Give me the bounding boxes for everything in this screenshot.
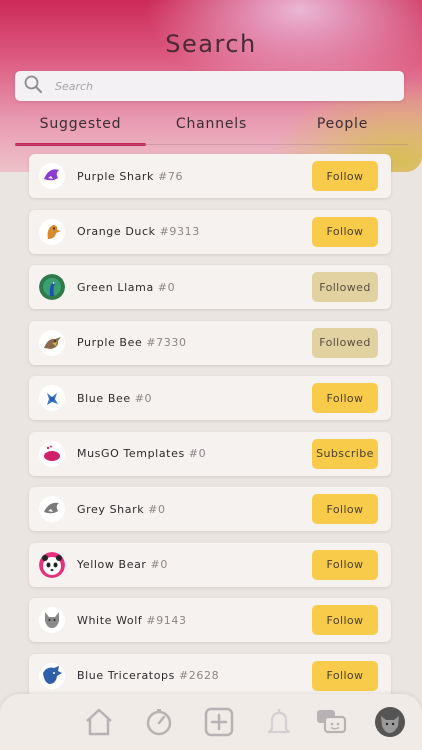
item-tag: #0 <box>188 447 207 460</box>
tab-suggested[interactable]: Suggested <box>15 112 146 146</box>
item-tag: #76 <box>158 169 184 183</box>
wolf-icon <box>39 607 65 633</box>
item-tag: #0 <box>134 391 153 405</box>
list-item[interactable]: Yellow Bear #0 Follow <box>29 542 391 587</box>
follow-button[interactable]: Follow <box>312 216 378 247</box>
tab-channels[interactable]: Channels <box>146 112 277 146</box>
triceratops-icon <box>39 662 65 689</box>
page-title: Search <box>165 30 257 58</box>
followed-button[interactable]: Followed <box>312 272 378 302</box>
follow-button[interactable]: Follow <box>312 494 378 524</box>
item-tag: #9143 <box>146 613 187 627</box>
item-name: Orange Duck <box>77 225 156 238</box>
bird-icon <box>39 329 65 356</box>
item-name: Purple Bee <box>77 336 143 349</box>
item-name: Blue Bee <box>77 391 131 405</box>
musgo-logo-icon <box>39 440 65 467</box>
item-name: MusGO Templates <box>77 447 185 460</box>
bell-icon[interactable] <box>263 706 295 738</box>
tab-bar-top: Suggested Channels People <box>15 112 408 146</box>
list-item[interactable]: MusGO Templates #0 Subscribe <box>29 431 391 476</box>
list-item[interactable]: Green Llama #0 Followed <box>29 265 391 309</box>
list-item[interactable]: White Wolf #9143 Follow <box>29 598 391 642</box>
list-item[interactable]: Purple Shark #76 Follow <box>29 154 391 198</box>
list-item[interactable]: Orange Duck #9313 Follow <box>29 209 391 254</box>
search-input[interactable]: Search <box>15 71 404 101</box>
item-tag: #0 <box>157 280 176 294</box>
item-tag: #9313 <box>159 225 200 238</box>
item-name: White Wolf <box>77 613 143 627</box>
panda-icon <box>39 551 65 578</box>
list-item[interactable]: Grey Shark #0 Follow <box>29 487 391 531</box>
list-item[interactable]: Purple Bee #7330 Followed <box>29 320 391 365</box>
results-list: Purple Shark #76 Follow Orange Duck #9313 … <box>29 154 391 709</box>
peacock-icon <box>39 274 65 300</box>
purple-shark-icon <box>39 163 65 189</box>
item-tag: #0 <box>150 558 168 571</box>
home-icon[interactable] <box>83 706 115 738</box>
bottom-tab-bar <box>0 694 422 750</box>
follow-button[interactable]: Follow <box>312 383 378 413</box>
compass-icon[interactable] <box>143 706 175 738</box>
item-name: Green Llama <box>77 280 154 294</box>
subscribe-button[interactable]: Subscribe <box>312 438 378 469</box>
list-item[interactable]: Blue Bee #0 Follow <box>29 376 391 420</box>
item-name: Purple Shark <box>77 169 155 183</box>
search-placeholder: Search <box>55 79 94 93</box>
plus-square-icon[interactable] <box>203 706 235 738</box>
tab-divider <box>15 144 408 145</box>
item-name: Grey Shark <box>77 502 145 516</box>
grey-shark-icon <box>39 496 65 522</box>
list-item[interactable]: Blue Triceratops #2628 Follow <box>29 653 391 698</box>
follow-button[interactable]: Follow <box>312 549 378 580</box>
follow-button[interactable]: Follow <box>312 660 378 691</box>
profile-avatar-icon[interactable] <box>374 706 406 738</box>
search-icon <box>15 74 43 98</box>
item-name: Yellow Bear <box>77 558 147 571</box>
follow-button[interactable]: Follow <box>312 161 378 191</box>
orange-duck-icon <box>39 218 65 245</box>
item-tag: #2628 <box>178 669 220 682</box>
follow-button[interactable]: Follow <box>312 605 378 635</box>
tab-people[interactable]: People <box>277 112 408 146</box>
chat-icon[interactable] <box>315 706 347 738</box>
item-tag: #7330 <box>146 336 187 349</box>
followed-button[interactable]: Followed <box>312 327 378 358</box>
item-name: Blue Triceratops <box>77 669 175 682</box>
item-tag: #0 <box>148 502 166 516</box>
blue-bee-icon <box>39 385 65 411</box>
